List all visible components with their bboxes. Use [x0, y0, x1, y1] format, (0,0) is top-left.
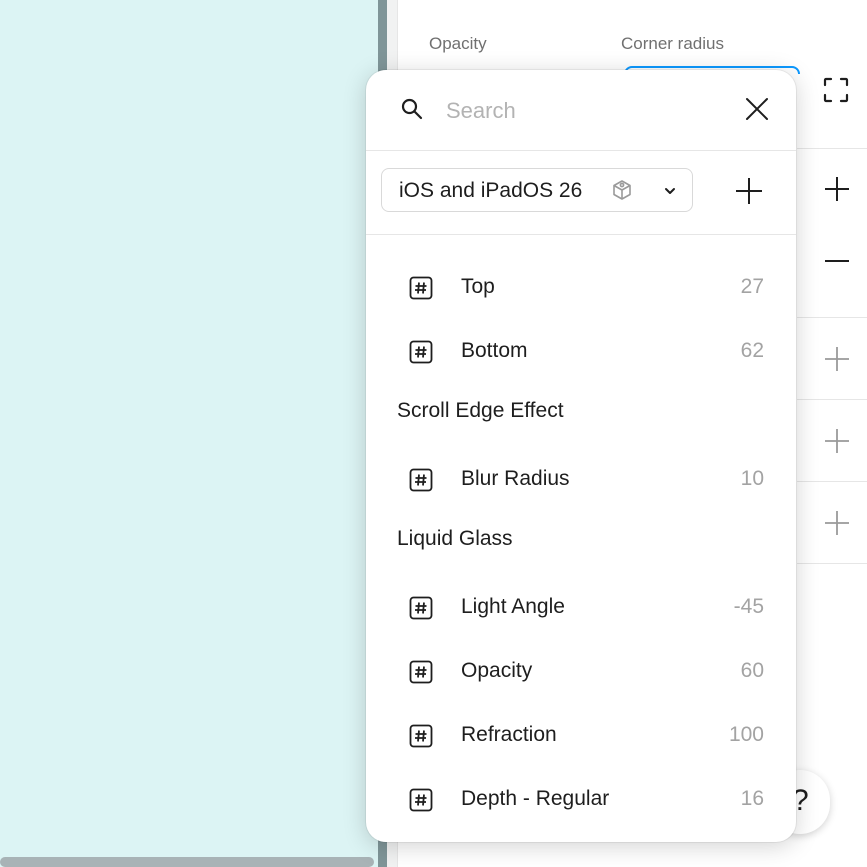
library-select[interactable]: iOS and iPadOS 26 — [381, 168, 693, 212]
variable-name: Opacity — [461, 659, 533, 682]
plus-icon[interactable] — [731, 173, 767, 209]
group-header: Scroll Edge Effect — [397, 399, 564, 422]
opacity-label: Opacity — [429, 34, 487, 53]
chevron-down-icon — [665, 188, 675, 194]
design-canvas[interactable] — [0, 0, 378, 867]
variable-value: 62 — [740, 339, 764, 362]
add-export-button[interactable] — [820, 506, 854, 540]
add-fill-button[interactable] — [820, 172, 854, 206]
minus-icon — [825, 260, 849, 262]
plus-icon — [825, 511, 849, 535]
number-variable-icon — [409, 468, 433, 492]
variable-value: 27 — [740, 275, 764, 298]
library-icon — [613, 180, 631, 200]
plus-icon — [825, 429, 849, 453]
number-variable-icon — [409, 276, 433, 300]
variable-row[interactable]: Depth - Regular 16 — [366, 768, 796, 832]
corner-radius-label: Corner radius — [621, 34, 724, 53]
variable-row[interactable]: Refraction 100 — [366, 704, 796, 768]
add-effect-button[interactable] — [820, 424, 854, 458]
add-stroke-button[interactable] — [820, 342, 854, 376]
number-variable-icon — [409, 340, 433, 364]
panel-divider — [797, 148, 867, 149]
variables-popover: iOS and iPadOS 26 Top 27 Bottom 62 Scrol… — [366, 70, 796, 842]
panel-divider — [797, 399, 867, 400]
variable-name: Blur Radius — [461, 467, 570, 490]
plus-icon — [825, 347, 849, 371]
number-variable-icon — [409, 660, 433, 684]
number-variable-icon — [409, 788, 433, 812]
number-variable-icon — [409, 596, 433, 620]
search-bar — [366, 70, 796, 151]
variable-value: -45 — [733, 595, 764, 618]
search-input[interactable] — [444, 92, 728, 130]
variable-name: Top — [461, 275, 495, 298]
variable-row[interactable]: Top 27 — [366, 256, 796, 320]
horizontal-scrollbar[interactable] — [0, 857, 374, 867]
variable-row[interactable]: Light Angle -45 — [366, 576, 796, 640]
expand-icon[interactable] — [822, 76, 850, 104]
variable-value: 100 — [728, 723, 764, 746]
variable-value: 16 — [740, 787, 764, 810]
variable-row[interactable]: Opacity 60 — [366, 640, 796, 704]
variable-row[interactable]: Blur Radius 10 — [366, 448, 796, 512]
variable-name: Bottom — [461, 339, 528, 362]
variable-name: Light Angle — [461, 595, 565, 618]
group-header: Liquid Glass — [397, 527, 513, 550]
variable-value: 60 — [740, 659, 764, 682]
number-variable-icon — [409, 724, 433, 748]
panel-divider — [797, 563, 867, 564]
plus-icon — [825, 177, 849, 201]
search-icon — [401, 98, 423, 120]
variable-name: Refraction — [461, 723, 557, 746]
variable-value: 10 — [740, 467, 764, 490]
variable-row[interactable]: Bottom 62 — [366, 320, 796, 384]
close-icon[interactable] — [744, 96, 770, 122]
library-name: iOS and iPadOS 26 — [399, 179, 583, 202]
library-row: iOS and iPadOS 26 — [366, 151, 796, 235]
panel-divider — [797, 317, 867, 318]
panel-divider — [797, 481, 867, 482]
variable-name: Depth - Regular — [461, 787, 610, 810]
remove-button[interactable] — [820, 244, 854, 278]
